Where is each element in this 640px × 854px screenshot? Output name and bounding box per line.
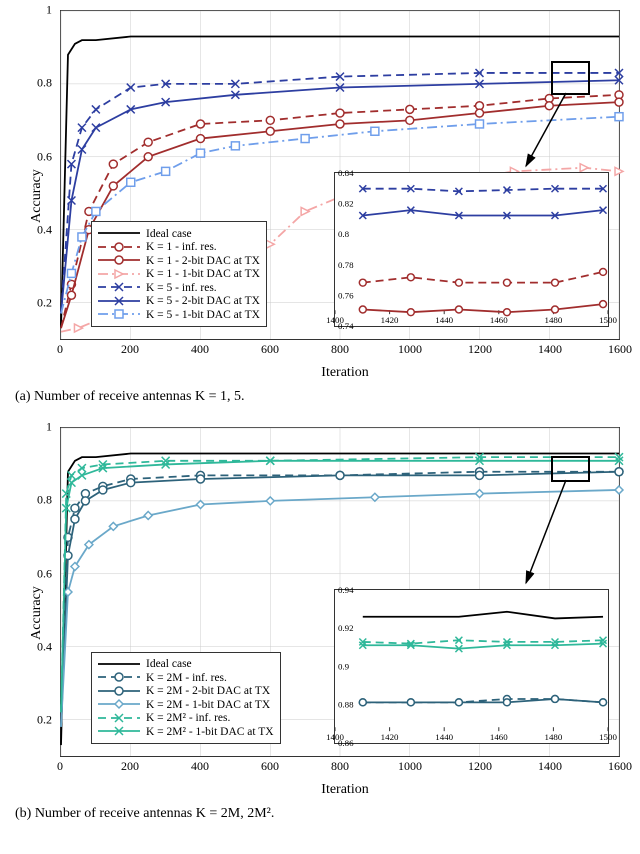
chart-a: Accuracy Ideal caseK = 1 - inf. res.K = … xyxy=(10,10,630,381)
svg-text:1420: 1420 xyxy=(381,315,399,325)
svg-text:0.88: 0.88 xyxy=(338,700,354,710)
svg-text:0.84: 0.84 xyxy=(338,168,354,178)
svg-text:1440: 1440 xyxy=(435,315,453,325)
caption-b: (b) Number of receive antennas K = 2M, 2… xyxy=(15,806,630,822)
legend-b: Ideal case K = 2M - inf. res.K = 2M - 2-b… xyxy=(91,652,281,745)
svg-text:0.8: 0.8 xyxy=(338,229,350,239)
svg-text:1420: 1420 xyxy=(381,732,399,742)
legend-item: Ideal case xyxy=(98,658,274,670)
inset-a: 1400142014401460148015000.740.760.780.80… xyxy=(334,172,609,327)
svg-text:1500: 1500 xyxy=(599,315,617,325)
legend-item: K = 1 - inf. res. xyxy=(98,241,260,253)
legend-item: K = 5 - 2-bit DAC at TX xyxy=(98,295,260,307)
svg-text:0.92: 0.92 xyxy=(338,623,354,633)
chart-b: Accuracy Ideal caseK = 2M - inf. res.K =… xyxy=(10,427,630,798)
svg-text:0.74: 0.74 xyxy=(338,321,354,331)
zoom-box-b xyxy=(551,456,590,482)
svg-text:1480: 1480 xyxy=(544,315,562,325)
legend-item: K = 1 - 2-bit DAC at TX xyxy=(98,255,260,267)
xlabel-a: Iteration xyxy=(60,365,630,381)
legend-item: K = 2M² - 1-bit DAC at TX xyxy=(98,726,274,738)
legend-a: Ideal caseK = 1 - inf. res. K = 1 - 2-bit… xyxy=(91,221,267,327)
svg-text:1440: 1440 xyxy=(435,732,453,742)
caption-a: (a) Number of receive antennas K = 1, 5. xyxy=(15,389,630,405)
legend-item: K = 5 - 1-bit DAC at TX xyxy=(98,309,260,321)
svg-text:0.94: 0.94 xyxy=(338,585,354,595)
legend-item: K = 2M - 2-bit DAC at TX xyxy=(98,685,274,697)
svg-text:1500: 1500 xyxy=(599,732,617,742)
inset-b: 1400142014401460148015000.860.880.90.920… xyxy=(334,589,609,744)
legend-item: K = 2M - inf. res. xyxy=(98,672,274,684)
plot-area-a: Ideal caseK = 1 - inf. res. K = 1 - 2-bit… xyxy=(60,10,620,340)
legend-item: K = 5 - inf. res. xyxy=(98,282,260,294)
svg-text:0.76: 0.76 xyxy=(338,290,354,300)
legend-item: K = 1 - 1-bit DAC at TX xyxy=(98,268,260,280)
xlabel-b: Iteration xyxy=(60,782,630,798)
legend-item: K = 2M² - inf. res. xyxy=(98,712,274,724)
svg-text:0.86: 0.86 xyxy=(338,738,354,748)
svg-text:1460: 1460 xyxy=(490,315,508,325)
svg-text:0.78: 0.78 xyxy=(338,260,354,270)
legend-item: K = 2M - 1-bit DAC at TX xyxy=(98,699,274,711)
svg-text:0.9: 0.9 xyxy=(338,661,350,671)
svg-text:1460: 1460 xyxy=(490,732,508,742)
zoom-box-a xyxy=(551,61,590,95)
plot-area-b: Ideal case K = 2M - inf. res.K = 2M - 2-b… xyxy=(60,427,620,757)
svg-text:1480: 1480 xyxy=(544,732,562,742)
legend-item: Ideal case xyxy=(98,228,260,240)
svg-text:0.82: 0.82 xyxy=(338,199,354,209)
